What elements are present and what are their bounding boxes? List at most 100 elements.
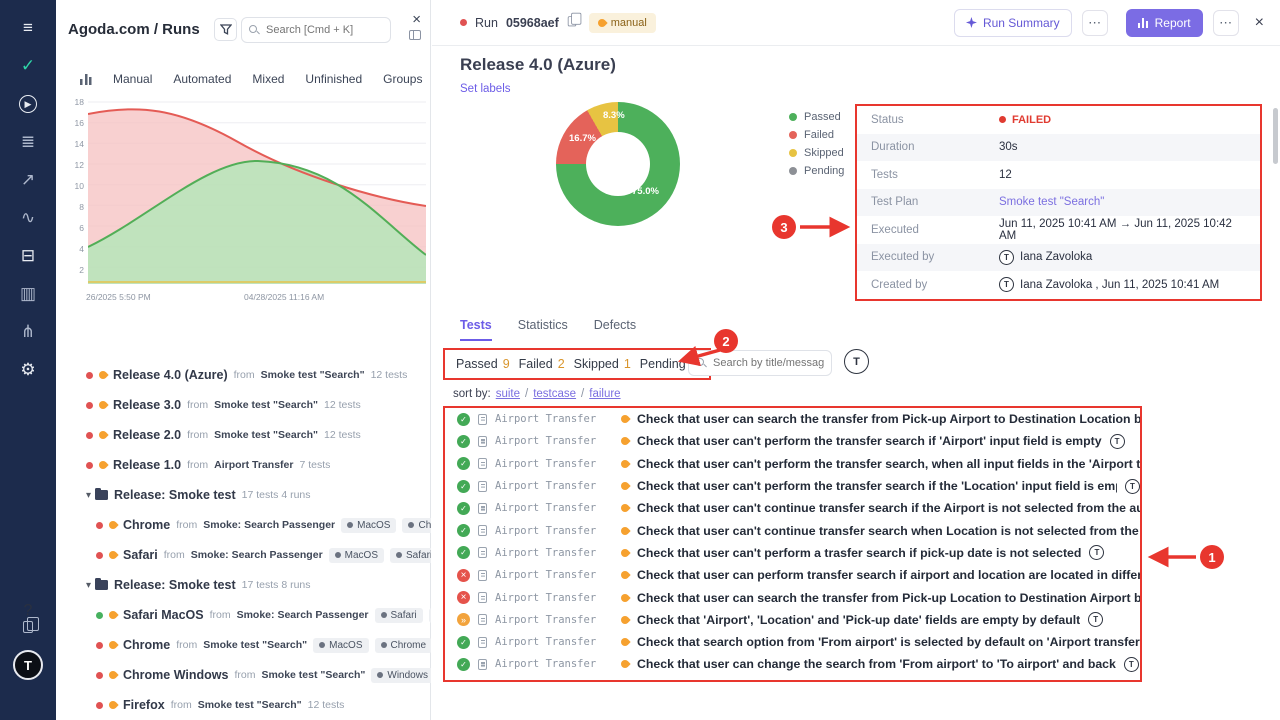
chevron-down-icon[interactable]: ▾ [86,580,91,591]
chevron-down-icon[interactable]: ▾ [86,490,91,501]
status-filter[interactable]: Failed 2 [519,357,565,371]
run-list-item[interactable]: Release 1.0 from Airport Transfer 7 test… [56,450,431,480]
run-list-item[interactable]: Safari MacOS from Smoke: Search Passenge… [56,600,431,630]
os-icon [396,552,402,558]
test-status-icon [457,524,470,537]
docs-icon[interactable] [23,620,33,638]
set-labels-link[interactable]: Set labels [460,83,511,95]
run-filter-tab[interactable]: Groups [383,72,422,86]
test-plans-icon[interactable]: ≣ [14,128,42,156]
run-list-item[interactable]: Chrome Windows from Smoke test "Search" … [56,660,431,690]
copy-run-id-button[interactable] [568,15,577,30]
detail-tab[interactable]: Defects [594,318,636,341]
y-tick: 14 [58,139,84,149]
test-row[interactable]: Airport Transfer Check that 'Airport', '… [445,609,1140,631]
run-meta: 17 tests 4 runs [242,489,311,501]
folder-icon [95,490,108,500]
legend-dot [789,113,797,121]
report-button[interactable]: Report [1126,9,1203,37]
assignee-filter-button[interactable] [844,349,869,374]
run-status-dot [96,642,103,649]
search-icon [696,358,704,366]
tests-icon[interactable]: ✓ [14,52,42,80]
test-row[interactable]: Airport Transfer Check that user can sea… [445,408,1140,430]
run-list-item[interactable]: Release 4.0 (Azure) from Smoke test "Sea… [56,360,431,390]
run-filter-tab[interactable]: Unfinished [305,72,362,86]
test-status-icon [457,435,470,448]
menu-icon[interactable]: ≡ [14,14,42,42]
test-row[interactable]: Airport Transfer Check that user can per… [445,564,1140,586]
test-title: Check that user can search the transfer … [637,412,1140,426]
runs-icon[interactable]: ▶ [14,90,42,118]
run-list-item[interactable]: Release 3.0 from Smoke test "Search" 12 … [56,390,431,420]
run-filter-tab[interactable]: Manual [113,72,152,86]
test-row[interactable]: Airport Transfer Check that user can't p… [445,453,1140,475]
user-avatar [999,250,1014,265]
run-list-item[interactable]: Chrome from Smoke test "Search" MacOS Ch… [56,630,431,660]
from-label: from [187,399,208,411]
run-label: Run [475,16,498,30]
branches-icon[interactable]: ⋔ [14,318,42,346]
pulse-icon[interactable]: ∿ [14,204,42,232]
filter-funnel-button[interactable] [214,18,237,41]
status-filter[interactable]: Skipped 1 [574,357,631,371]
close-panel-icon[interactable]: × [412,12,421,27]
run-status-dot [96,522,103,529]
info-row: Created by Iana Zavoloka , Jun 11, 2025 … [857,271,1260,299]
test-title: Check that user can't perform the transf… [637,457,1140,471]
y-tick: 16 [58,118,84,128]
run-name: Release 3.0 [113,398,181,412]
test-suite: Airport Transfer [495,592,613,604]
chart-view-icon[interactable] [80,74,92,85]
test-row[interactable]: Airport Transfer Check that user can't p… [445,475,1140,497]
status-filter[interactable]: Passed 9 [456,357,510,371]
test-title: Check that user can perform transfer sea… [637,568,1140,582]
sort-by-testcase[interactable]: testcase [533,388,576,400]
test-suite: Airport Transfer [495,614,613,626]
test-row[interactable]: Airport Transfer Check that user can't p… [445,430,1140,452]
env-badge: Safari [375,608,423,623]
test-row[interactable]: Airport Transfer Check that user can't p… [445,542,1140,564]
run-summary-button[interactable]: Run Summary [954,9,1072,37]
user-avatar[interactable] [13,650,43,680]
run-meta: 12 tests [308,699,345,711]
launches-icon[interactable]: ⊟ [14,242,42,270]
detail-tab[interactable]: Tests [460,318,492,341]
run-list-item[interactable]: Firefox from Smoke test "Search" 12 test… [56,690,431,720]
tests-search-input[interactable] [688,350,832,376]
sort-by-suite[interactable]: suite [496,388,520,400]
legend-item: Failed [789,126,844,144]
test-suite: Airport Transfer [495,480,613,492]
sort-by-failure[interactable]: failure [589,388,620,400]
run-list-item[interactable]: Chrome from Smoke: Search Passenger MacO… [56,510,431,540]
settings-icon[interactable]: ⚙ [14,356,42,384]
test-title: Check that user can't continue transfer … [637,501,1140,515]
test-row[interactable]: Airport Transfer Check that user can't c… [445,519,1140,541]
reports-icon[interactable]: ▥ [14,280,42,308]
failed-status-dot [999,116,1006,123]
run-list-item[interactable]: ▾ Release: Smoke test 17 tests 8 runs [56,570,431,600]
close-icon[interactable]: × [1255,14,1264,32]
test-row[interactable]: Airport Transfer Check that search optio… [445,631,1140,653]
run-filter-tab[interactable]: Mixed [252,72,284,86]
testcase-icon [478,637,487,648]
analytics-icon[interactable]: ↗ [14,166,42,194]
detail-tab[interactable]: Statistics [518,318,568,341]
bar-chart-icon [1138,17,1149,28]
flame-icon [619,592,630,603]
more-options-button[interactable]: ⋯ [1213,10,1239,36]
run-list-item[interactable]: Release 2.0 from Smoke test "Search" 12 … [56,420,431,450]
run-id: 05968aef [506,16,559,30]
scrollbar-thumb[interactable] [1273,108,1278,164]
test-row[interactable]: Airport Transfer Check that user can cha… [445,653,1140,675]
run-list-item[interactable]: ▾ Release: Smoke test 17 tests 4 runs [56,480,431,510]
from-label: from [176,519,197,531]
more-options-button[interactable]: ⋯ [1082,10,1108,36]
collapse-sidebar-icon[interactable] [409,30,421,40]
test-row[interactable]: Airport Transfer Check that user can sea… [445,586,1140,608]
info-row: Duration 30s [857,134,1260,162]
run-list-item[interactable]: Safari from Smoke: Search Passenger MacO… [56,540,431,570]
test-row[interactable]: Airport Transfer Check that user can't c… [445,497,1140,519]
run-filter-tab[interactable]: Automated [173,72,231,86]
search-input[interactable] [241,17,391,43]
